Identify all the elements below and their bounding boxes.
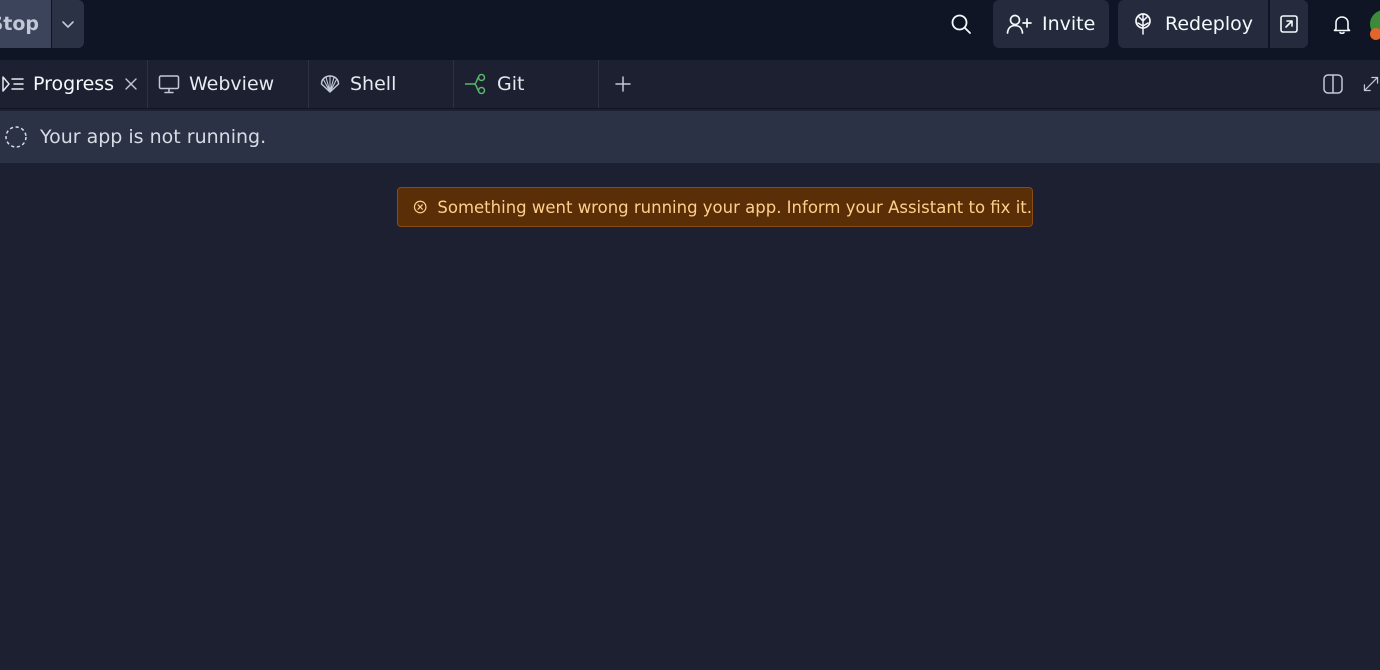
tab-divider (598, 60, 599, 108)
status-message: Your app is not running. (40, 126, 267, 148)
tab-shell[interactable]: Shell (309, 60, 453, 108)
tab-label: Webview (189, 73, 275, 95)
notifications-button[interactable] (1322, 4, 1362, 44)
tab-label: Shell (350, 73, 397, 95)
shell-icon (320, 75, 340, 93)
split-pane-icon (1323, 74, 1343, 94)
search-icon (951, 14, 971, 34)
run-options-button[interactable] (52, 0, 84, 48)
tab-label: Git (497, 73, 525, 95)
new-tab-button[interactable] (610, 60, 636, 108)
stop-button[interactable]: Stop (0, 0, 51, 48)
top-bar: Stop Invite Redepl (0, 0, 1380, 60)
tab-webview[interactable]: Webview (148, 60, 308, 108)
tab-bar: Progress Webview Shell Git (0, 60, 1380, 109)
run-control: Stop (0, 0, 84, 48)
plus-icon (615, 76, 631, 92)
search-button[interactable] (941, 4, 981, 44)
bell-icon (1333, 16, 1351, 35)
app-status-bar: Your app is not running. (0, 111, 1380, 163)
avatar[interactable] (1370, 0, 1380, 48)
redeploy-label: Redeploy (1165, 13, 1253, 35)
error-banner: Something went wrong running your app. I… (397, 187, 1033, 227)
git-icon (465, 73, 486, 95)
add-user-icon (1006, 14, 1032, 34)
maximize-button[interactable] (1362, 60, 1380, 108)
redeploy-button[interactable]: Redeploy (1118, 0, 1268, 48)
header-actions: Invite Redeploy (941, 0, 1380, 48)
tab-git[interactable]: Git (454, 60, 598, 108)
error-message: Something went wrong running your app. I… (437, 197, 1032, 217)
tab-label: Progress (33, 73, 115, 95)
chevron-down-icon (62, 21, 74, 28)
split-pane-button[interactable] (1320, 60, 1346, 108)
invite-button[interactable]: Invite (993, 0, 1109, 48)
expand-icon (1363, 76, 1379, 92)
invite-label: Invite (1042, 13, 1096, 35)
stopped-status-icon (5, 126, 27, 148)
progress-icon (2, 76, 24, 92)
close-icon[interactable] (124, 77, 138, 91)
external-link-icon (1280, 15, 1298, 33)
open-deployment-button[interactable] (1270, 0, 1308, 48)
error-icon (413, 200, 427, 214)
monitor-icon (158, 75, 180, 94)
deploy-icon (1135, 13, 1151, 35)
tab-progress[interactable]: Progress (0, 60, 147, 108)
